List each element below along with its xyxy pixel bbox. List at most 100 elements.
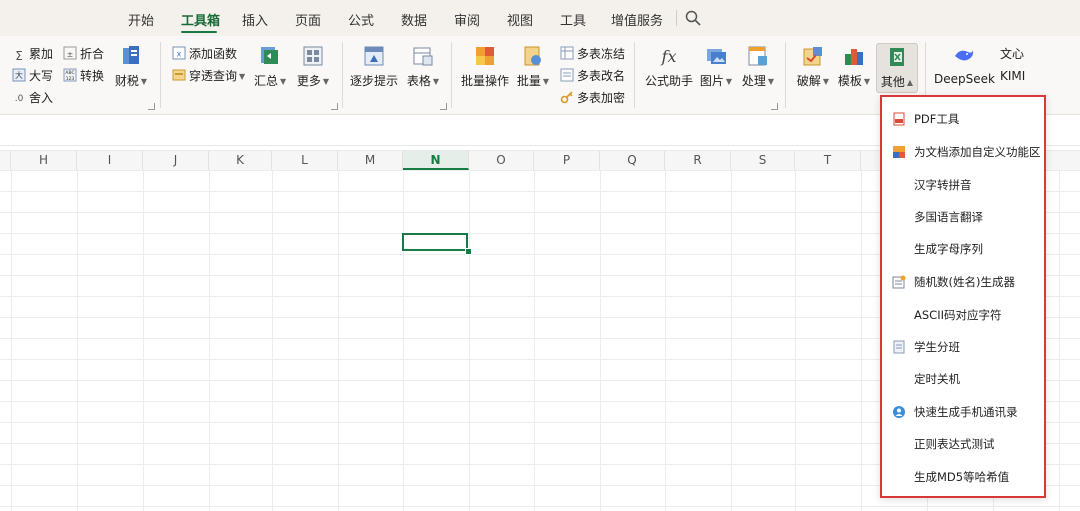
selected-cell[interactable]: [402, 233, 468, 251]
multi-sheet-freeze-button[interactable]: 多表冻结: [560, 45, 625, 63]
tab-insert[interactable]: 插入: [242, 10, 268, 29]
add-function-button[interactable]: x 添加函数: [172, 45, 237, 63]
column-header[interactable]: M: [338, 151, 403, 170]
menu-item-student-class[interactable]: 学生分班: [892, 336, 1038, 358]
menu-item-label: 多国语言翻译: [914, 210, 983, 224]
other-dropdown-menu: PDF工具 为文档添加自定义功能区 汉字转拼音 多国语言翻译 生成字母序列 随机…: [880, 95, 1046, 498]
pdf-icon: [893, 112, 905, 126]
grid-line: [600, 170, 601, 511]
column-header[interactable]: J: [143, 151, 209, 170]
menu-item-letter-sequence[interactable]: 生成字母序列: [892, 238, 1038, 260]
tab-view[interactable]: 视图: [507, 10, 533, 29]
menu-item-pinyin[interactable]: 汉字转拼音: [892, 174, 1038, 196]
more-button[interactable]: 更多 ▼: [296, 44, 330, 89]
step-hint-button[interactable]: 逐步提示: [350, 44, 398, 89]
kimi-button[interactable]: KIMI: [1000, 67, 1025, 85]
table-button[interactable]: 表格 ▼: [405, 44, 441, 89]
formula-helper-button[interactable]: fx 公式助手: [644, 44, 694, 89]
wenxin-label: 文心: [1000, 47, 1025, 61]
step-hint-icon: [364, 46, 384, 66]
tab-tools[interactable]: 工具: [560, 10, 586, 29]
penetrate-query-label: 穿透查询: [189, 69, 238, 83]
sum-label: 累加: [29, 47, 54, 61]
sigma-icon: Σ: [15, 49, 23, 63]
chevron-down-icon: ▼: [822, 77, 830, 86]
ribbon-divider: [785, 42, 786, 108]
column-header[interactable]: S: [731, 151, 795, 170]
tab-start[interactable]: 开始: [128, 10, 154, 29]
tab-page[interactable]: 页面: [295, 10, 321, 29]
finance-tax-button[interactable]: 财税 ▼: [113, 44, 149, 89]
template-button[interactable]: 模板 ▼: [836, 44, 872, 89]
menu-item-hash[interactable]: 生成MD5等哈希值: [892, 466, 1038, 488]
crack-button[interactable]: 破解 ▼: [796, 44, 830, 89]
round-button[interactable]: .0 舍入: [12, 89, 53, 107]
row-header-corner[interactable]: [0, 151, 11, 170]
more-grid-icon: [303, 46, 323, 66]
menu-item-random-generator[interactable]: 随机数(姓名)生成器: [892, 271, 1038, 293]
menu-item-ascii[interactable]: ASCII码对应字符: [892, 304, 1038, 326]
column-header[interactable]: P: [534, 151, 600, 170]
column-header[interactable]: T: [795, 151, 861, 170]
grid-line: [209, 170, 210, 511]
batch-operation-icon: [476, 47, 494, 65]
fill-handle[interactable]: [465, 248, 472, 255]
menu-item-translate[interactable]: 多国语言翻译: [892, 206, 1038, 228]
grid-line: [77, 170, 78, 511]
ribbon-divider: [160, 42, 161, 108]
column-header-selected[interactable]: N: [403, 151, 469, 170]
sum-button[interactable]: Σ 累加: [12, 45, 53, 63]
fold-button[interactable]: ± 折合: [63, 45, 104, 63]
menu-item-pdf-tools[interactable]: PDF工具: [892, 108, 1038, 130]
fx-icon: fx: [661, 47, 677, 66]
ribbon-divider: [634, 42, 635, 108]
process-button[interactable]: 处理 ▼: [740, 44, 776, 89]
tab-formula[interactable]: 公式: [348, 10, 374, 29]
add-function-label: 添加函数: [189, 47, 238, 61]
grid-line: [1059, 170, 1060, 511]
tab-data[interactable]: 数据: [401, 10, 427, 29]
group-launcher-icon[interactable]: [148, 103, 155, 110]
group-launcher-icon[interactable]: [331, 103, 338, 110]
column-header[interactable]: H: [11, 151, 77, 170]
deepseek-button[interactable]: DeepSeek: [934, 44, 995, 86]
multi-sheet-rename-button[interactable]: 多表改名: [560, 67, 625, 85]
process-icon: [748, 46, 767, 66]
chevron-down-icon: ▼: [280, 77, 287, 86]
menu-item-label: 为文档添加自定义功能区: [914, 145, 1041, 159]
group-launcher-icon[interactable]: [771, 103, 778, 110]
column-header[interactable]: R: [665, 151, 731, 170]
picture-button[interactable]: 图片 ▼: [698, 44, 734, 89]
summary-button[interactable]: 汇总 ▼: [254, 44, 286, 89]
tab-value-added-services[interactable]: 增值服务: [611, 10, 663, 29]
penetrate-query-button[interactable]: 穿透查询 ▼: [172, 67, 245, 85]
menu-item-custom-ribbon[interactable]: 为文档添加自定义功能区: [892, 141, 1041, 163]
batch-operation-label: 批量操作: [460, 74, 509, 88]
search-icon[interactable]: [684, 9, 702, 27]
menu-item-label: 学生分班: [914, 340, 960, 354]
convert-button[interactable]: ABC 123 转换: [63, 67, 104, 85]
svg-text:x: x: [177, 50, 182, 59]
svg-text:±: ±: [67, 50, 74, 59]
fold-icon: ±: [63, 46, 77, 60]
tab-toolbox[interactable]: 工具箱: [181, 10, 220, 29]
menu-item-contacts[interactable]: 快速生成手机通讯录: [892, 401, 1038, 423]
column-header[interactable]: I: [77, 151, 143, 170]
other-button[interactable]: 其他 ▲: [876, 43, 918, 93]
uppercase-button[interactable]: 大大写: [12, 67, 53, 85]
chevron-down-icon: ▼: [140, 77, 148, 86]
batch-operation-button[interactable]: 批量操作: [460, 44, 510, 89]
multi-sheet-encrypt-button[interactable]: 多表加密: [560, 89, 625, 107]
menu-item-label: ASCII码对应字符: [914, 308, 1002, 322]
group-launcher-icon[interactable]: [440, 103, 447, 110]
freeze-icon: [560, 46, 574, 60]
wenxin-button[interactable]: 文心: [1000, 45, 1024, 63]
column-header[interactable]: Q: [600, 151, 665, 170]
column-header[interactable]: L: [272, 151, 338, 170]
menu-item-regex-test[interactable]: 正则表达式测试: [892, 433, 1038, 455]
tab-review[interactable]: 审阅: [454, 10, 480, 29]
column-header[interactable]: O: [469, 151, 534, 170]
batch-button[interactable]: 批量 ▼: [515, 44, 551, 89]
column-header[interactable]: K: [209, 151, 272, 170]
menu-item-scheduled-shutdown[interactable]: 定时关机: [892, 368, 1038, 390]
